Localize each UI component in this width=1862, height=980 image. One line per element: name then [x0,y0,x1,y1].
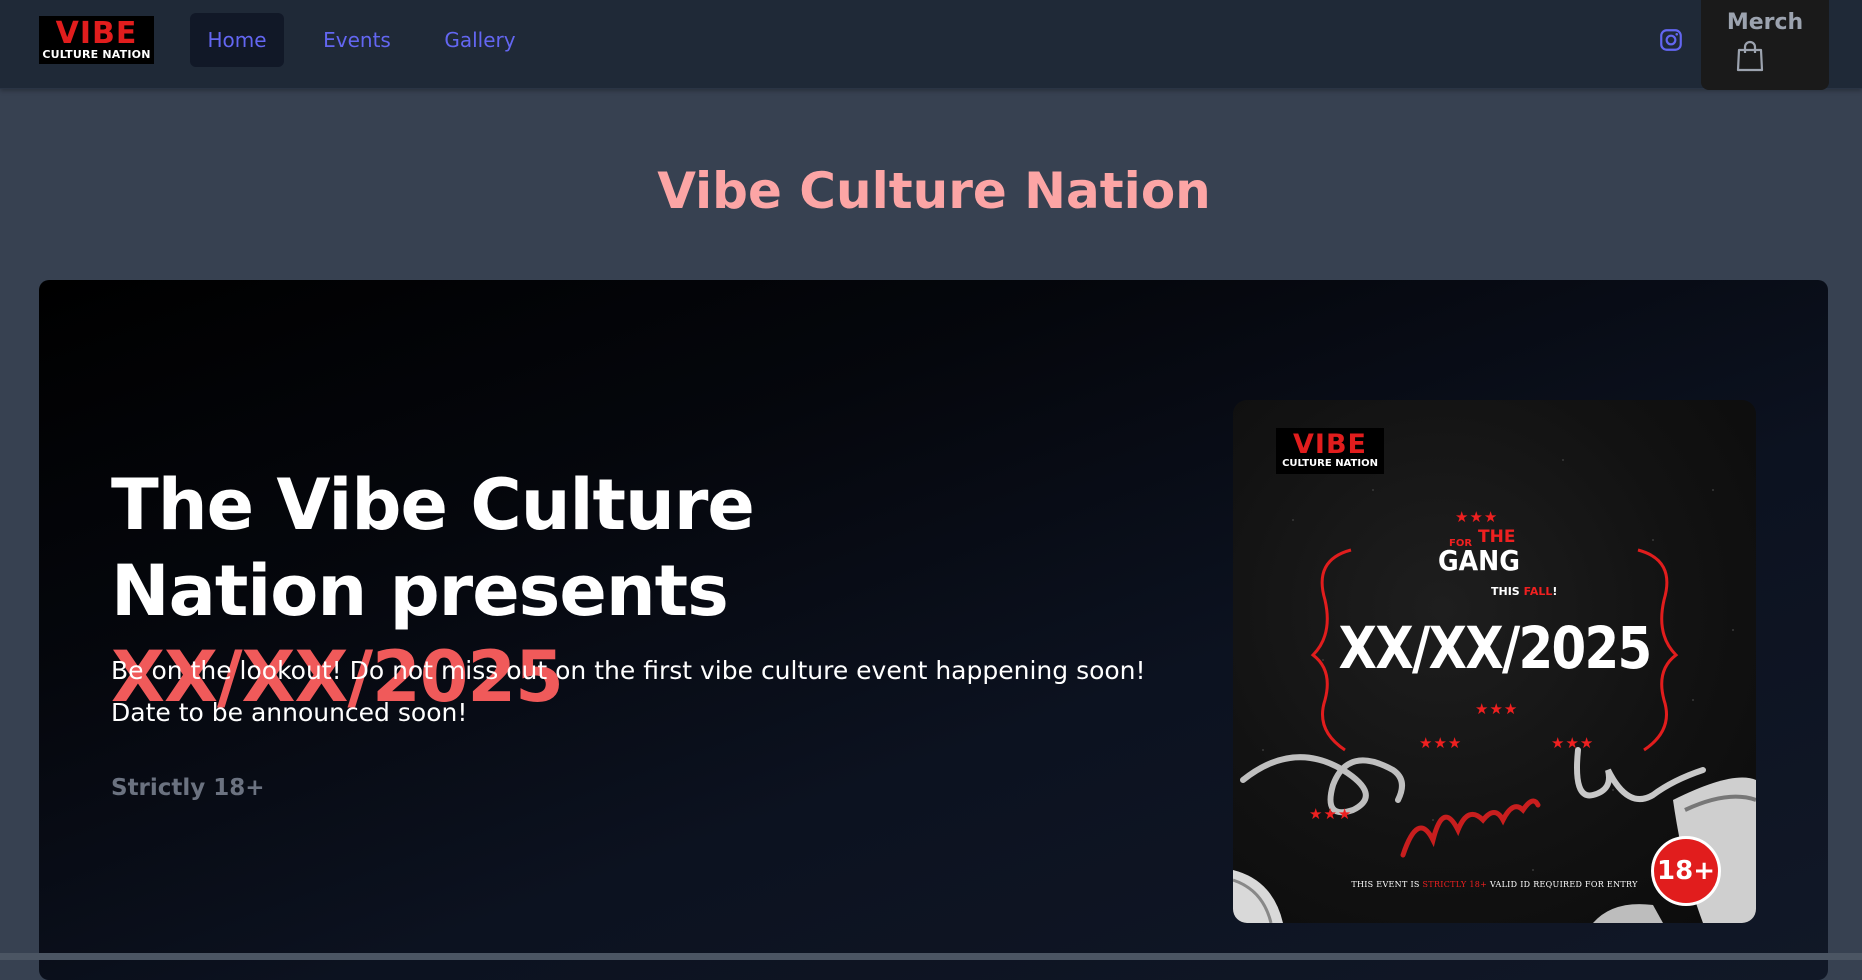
stars-decoration: ★★★ [1419,734,1463,752]
age-badge: 18+ [1651,836,1721,906]
site-logo[interactable]: VIBE CULTURE NATION [39,16,154,64]
logo-sub-text: CULTURE NATION [42,47,151,61]
stars-decoration: ★★★ [1551,734,1595,752]
merch-label: Merch [1726,10,1804,35]
nav-link-home[interactable]: Home [190,13,284,67]
bottom-scroll-strip [0,953,1862,960]
hero-card: The Vibe Culture Nation presents XX/XX/2… [39,280,1828,980]
poster-logo-sub: CULTURE NATION [1282,458,1378,469]
page-title: Vibe Culture Nation [657,162,1211,220]
stars-decoration: ★★★ [1455,508,1499,526]
stars-decoration: ★★★ [1475,700,1519,718]
poster-logo-main: VIBE [1293,429,1367,460]
logo-main-text: VIBE [55,15,138,51]
age-restriction-note: Strictly 18+ [111,775,265,801]
nav-link-gallery[interactable]: Gallery [432,13,528,67]
hero-description: Be on the lookout! Do not miss out on th… [111,656,1146,727]
poster-date: XX/XX/2025 [1338,614,1653,682]
poster-footer-pre: THIS EVENT IS [1351,880,1423,889]
poster-exclaim: ! [1552,585,1558,598]
merch-button[interactable]: Merch [1701,0,1829,90]
poster-fall-text: THIS FALL! [1491,585,1557,598]
nav-link-events[interactable]: Events [310,13,404,67]
hero-heading-text: The Vibe Culture Nation presents [111,464,755,632]
poster-this-text: THIS [1491,585,1524,598]
poster-fall-word: FALL [1523,585,1553,598]
poster-footer-post: VALID ID REQUIRED FOR ENTRY [1487,880,1638,889]
navbar: VIBE CULTURE NATION Home Events Gallery … [0,0,1862,90]
event-poster: VIBE CULTURE NATION ★★★ FOR THE GANG THI… [1233,400,1756,923]
stars-decoration: ★★★ [1309,805,1353,823]
poster-footer-strict: STRICTLY 18+ [1422,880,1488,889]
shopping-bag-icon [1736,40,1764,72]
poster-gang-text: GANG [1438,544,1520,577]
poster-logo: VIBE CULTURE NATION [1276,428,1384,474]
instagram-icon[interactable] [1658,27,1684,53]
